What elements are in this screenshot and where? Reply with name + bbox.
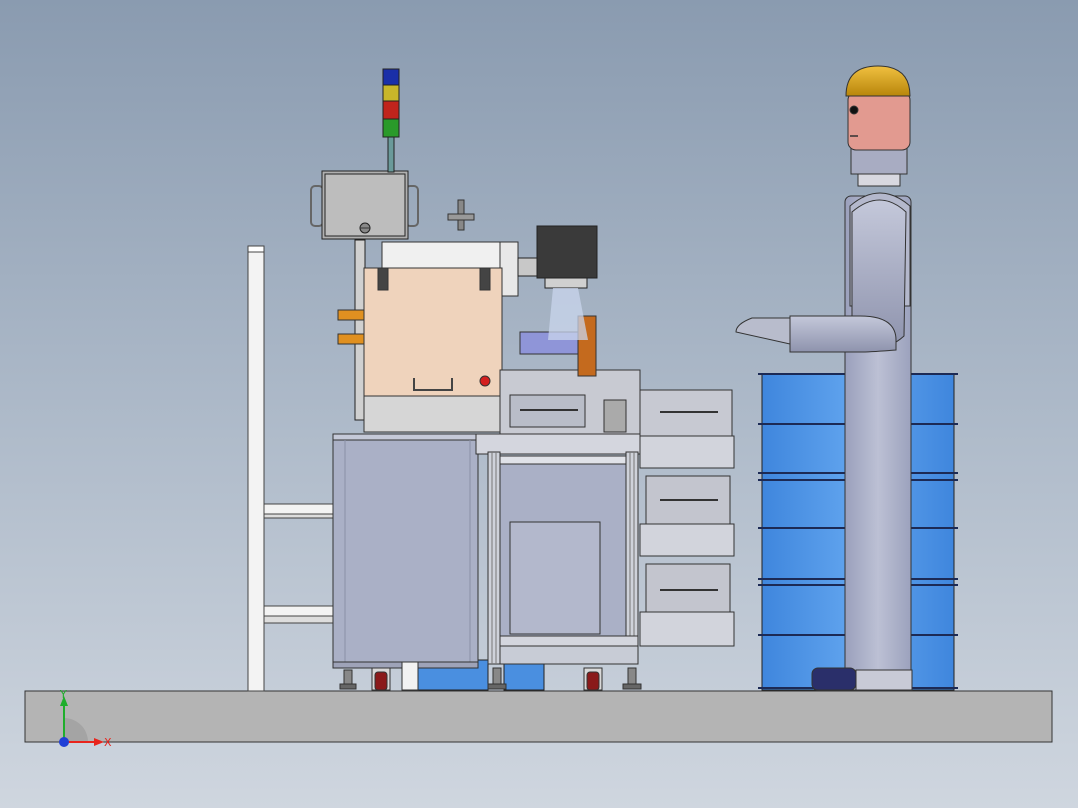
side-trays[interactable]: [639, 389, 735, 647]
floor-slab[interactable]: [24, 690, 1053, 743]
signal-tower[interactable]: [382, 68, 400, 173]
cad-viewport[interactable]: Y X: [0, 0, 1078, 808]
x-axis-label: X: [104, 736, 112, 749]
side-frame[interactable]: [247, 245, 335, 692]
z-axis-dot: [59, 737, 69, 747]
cad-model-scene[interactable]: Y X: [0, 0, 1078, 808]
y-axis-label: Y: [59, 688, 67, 701]
door-frame[interactable]: [475, 433, 641, 665]
